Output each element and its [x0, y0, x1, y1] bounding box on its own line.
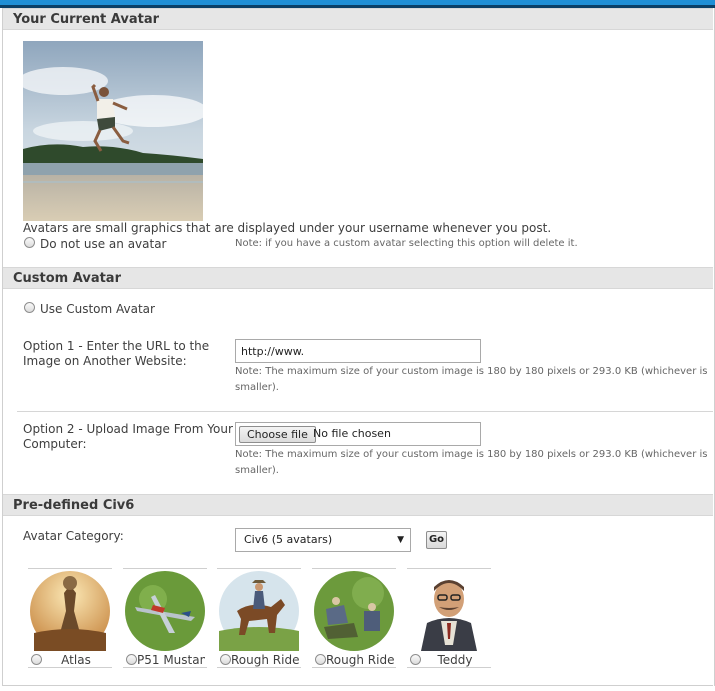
tile-top-border [407, 568, 491, 569]
p51-mustang-radio[interactable] [126, 654, 137, 665]
option2-label-line1: Option 2 - Upload Image From Your [23, 422, 233, 436]
current-avatar-header: Your Current Avatar [3, 8, 713, 30]
rough-rider-group-avatar-image [314, 571, 394, 651]
avatar-tile-rough-rider-2[interactable]: Rough Rider [312, 568, 396, 668]
option1-label-line1: Option 1 - Enter the URL to the [23, 339, 210, 353]
choose-file-button[interactable]: Choose file [239, 426, 316, 443]
no-avatar-radio[interactable] [24, 237, 35, 248]
rough-rider-avatar-image [219, 571, 299, 651]
avatar-category-selected: Civ6 (5 avatars) [244, 533, 333, 546]
tile-bottom-border [312, 667, 396, 668]
tile-top-border [28, 568, 112, 569]
no-avatar-label[interactable]: Do not use an avatar [40, 237, 167, 251]
file-upload-field[interactable]: Choose file No file chosen [235, 422, 481, 446]
rough-rider-radio-2[interactable] [315, 654, 326, 665]
avatar-category-select[interactable]: Civ6 (5 avatars) ▼ [235, 528, 411, 552]
rough-rider-label-1: Rough Rider [231, 653, 299, 667]
option1-note-line2: smaller). [235, 382, 279, 393]
tile-bottom-border [217, 667, 301, 668]
avatar-tile-atlas[interactable]: Atlas [28, 568, 112, 668]
tile-top-border [217, 568, 301, 569]
custom-avatar-header: Custom Avatar [3, 267, 713, 289]
option1-note-line1: Note: The maximum size of your custom im… [235, 366, 708, 377]
use-custom-avatar-label[interactable]: Use Custom Avatar [40, 302, 155, 316]
teddy-avatar-image [421, 580, 477, 651]
predefined-header: Pre-defined Civ6 [3, 494, 713, 516]
current-avatar-image [23, 41, 203, 221]
option-divider [17, 411, 713, 412]
go-button[interactable]: Go [426, 531, 447, 549]
atlas-avatar-image [30, 571, 110, 651]
tile-bottom-border [123, 667, 207, 668]
avatar-tile-rough-rider-1[interactable]: Rough Rider [217, 568, 301, 668]
tile-top-border [123, 568, 207, 569]
atlas-label: Atlas [61, 653, 91, 667]
no-file-chosen-text: No file chosen [313, 427, 391, 440]
use-custom-avatar-radio[interactable] [24, 302, 35, 313]
p51-mustang-avatar-image [125, 571, 205, 651]
avatar-tile-p51-mustang[interactable]: P51 Mustang [123, 568, 207, 668]
option2-note-line1: Note: The maximum size of your custom im… [235, 449, 708, 460]
option2-label-line2: Computer: [23, 437, 87, 451]
teddy-radio[interactable] [410, 654, 421, 665]
dropdown-arrow-icon: ▼ [397, 535, 404, 545]
rough-rider-label-2: Rough Rider [326, 653, 394, 667]
avatar-description: Avatars are small graphics that are disp… [23, 221, 552, 235]
tile-bottom-border [28, 667, 112, 668]
avatar-category-label: Avatar Category: [23, 529, 124, 543]
top-accent-bar [0, 0, 715, 8]
p51-mustang-label: P51 Mustang [137, 653, 205, 667]
tile-bottom-border [407, 667, 491, 668]
option2-note-line2: smaller). [235, 465, 279, 476]
rough-rider-radio-1[interactable] [220, 654, 231, 665]
avatar-tile-teddy[interactable]: Teddy [407, 568, 491, 668]
option1-label-line2: Image on Another Website: [23, 354, 187, 368]
tile-top-border [312, 568, 396, 569]
atlas-radio[interactable] [31, 654, 42, 665]
avatar-url-input[interactable] [235, 339, 481, 363]
teddy-label: Teddy [437, 653, 473, 667]
panel-bottom-border [3, 685, 713, 686]
no-avatar-note: Note: if you have a custom avatar select… [235, 238, 578, 249]
